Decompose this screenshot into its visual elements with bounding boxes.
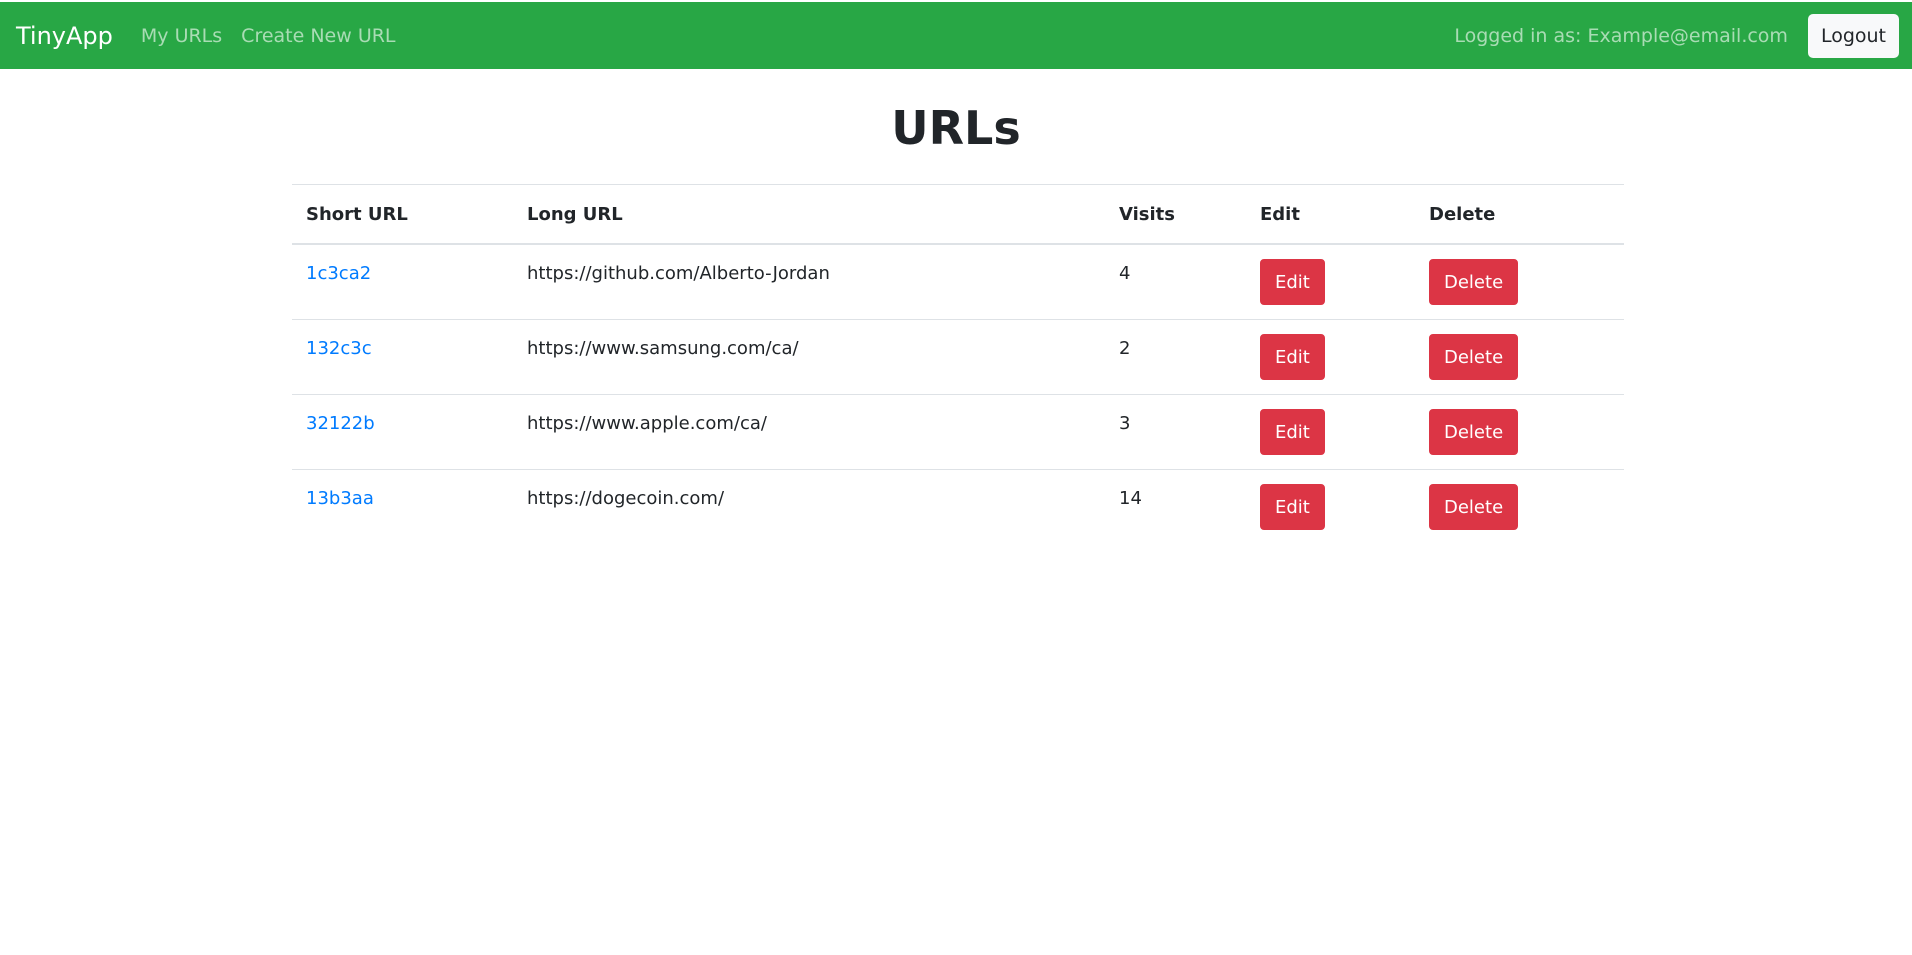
logout-button[interactable]: Logout	[1807, 13, 1899, 58]
visits-count: 3	[1119, 413, 1131, 434]
visits-cell: 3	[1105, 394, 1246, 470]
page-title: URLs	[891, 101, 1021, 155]
delete-button[interactable]: Delete	[1429, 334, 1519, 380]
long-url-text: https://github.com/Alberto-Jordan	[527, 263, 830, 284]
edit-cell: Edit	[1246, 244, 1415, 320]
short-url-link[interactable]: 1c3ca2	[306, 245, 513, 284]
table-row: 32122b https://www.apple.com/ca/ 3 Edit …	[292, 394, 1624, 470]
delete-button[interactable]: Delete	[1429, 484, 1519, 530]
delete-cell: Delete	[1415, 469, 1624, 544]
edit-cell: Edit	[1246, 319, 1415, 395]
nav-link-create-new-url[interactable]: Create New URL	[241, 25, 395, 47]
edit-cell: Edit	[1246, 469, 1415, 544]
long-url-cell: https://www.apple.com/ca/	[513, 394, 1105, 470]
table-row: 1c3ca2 https://github.com/Alberto-Jordan…	[292, 244, 1624, 320]
column-header-visits: Visits	[1105, 184, 1246, 245]
short-url-link[interactable]: 132c3c	[306, 320, 513, 359]
visits-count: 4	[1119, 263, 1131, 284]
edit-cell: Edit	[1246, 394, 1415, 470]
long-url-cell: https://dogecoin.com/	[513, 469, 1105, 544]
short-url-link[interactable]: 13b3aa	[306, 470, 513, 509]
visits-cell: 14	[1105, 469, 1246, 544]
brand-link[interactable]: TinyApp	[16, 22, 113, 50]
edit-button[interactable]: Edit	[1260, 259, 1325, 305]
nav-link-my-urls[interactable]: My URLs	[141, 25, 222, 47]
short-url-cell: 1c3ca2	[292, 244, 513, 320]
visits-cell: 2	[1105, 319, 1246, 395]
visits-count: 14	[1119, 488, 1142, 509]
table-body: 1c3ca2 https://github.com/Alberto-Jordan…	[292, 244, 1624, 544]
delete-cell: Delete	[1415, 319, 1624, 395]
long-url-text: https://www.apple.com/ca/	[527, 413, 767, 434]
top-navbar: TinyApp My URLs Create New URL Logged in…	[0, 2, 1912, 69]
visits-count: 2	[1119, 338, 1131, 359]
short-url-cell: 32122b	[292, 394, 513, 470]
visits-cell: 4	[1105, 244, 1246, 320]
column-header-short-url: Short URL	[292, 184, 513, 245]
delete-cell: Delete	[1415, 244, 1624, 320]
table-row: 132c3c https://www.samsung.com/ca/ 2 Edi…	[292, 319, 1624, 395]
edit-button[interactable]: Edit	[1260, 484, 1325, 530]
edit-button[interactable]: Edit	[1260, 409, 1325, 455]
login-status-text: Logged in as: Example@email.com	[1454, 24, 1788, 47]
long-url-cell: https://github.com/Alberto-Jordan	[513, 244, 1105, 320]
urls-table: Short URL Long URL Visits Edit Delete 1c…	[292, 184, 1624, 544]
delete-cell: Delete	[1415, 394, 1624, 470]
long-url-text: https://dogecoin.com/	[527, 488, 725, 509]
long-url-text: https://www.samsung.com/ca/	[527, 338, 799, 359]
table-header-row: Short URL Long URL Visits Edit Delete	[292, 184, 1624, 245]
column-header-delete: Delete	[1415, 184, 1624, 245]
table-row: 13b3aa https://dogecoin.com/ 14 Edit Del…	[292, 469, 1624, 544]
long-url-cell: https://www.samsung.com/ca/	[513, 319, 1105, 395]
edit-button[interactable]: Edit	[1260, 334, 1325, 380]
short-url-cell: 13b3aa	[292, 469, 513, 544]
column-header-long-url: Long URL	[513, 184, 1105, 245]
short-url-cell: 132c3c	[292, 319, 513, 395]
table-header: Short URL Long URL Visits Edit Delete	[292, 184, 1624, 245]
short-url-link[interactable]: 32122b	[306, 395, 513, 434]
delete-button[interactable]: Delete	[1429, 259, 1519, 305]
delete-button[interactable]: Delete	[1429, 409, 1519, 455]
column-header-edit: Edit	[1246, 184, 1415, 245]
